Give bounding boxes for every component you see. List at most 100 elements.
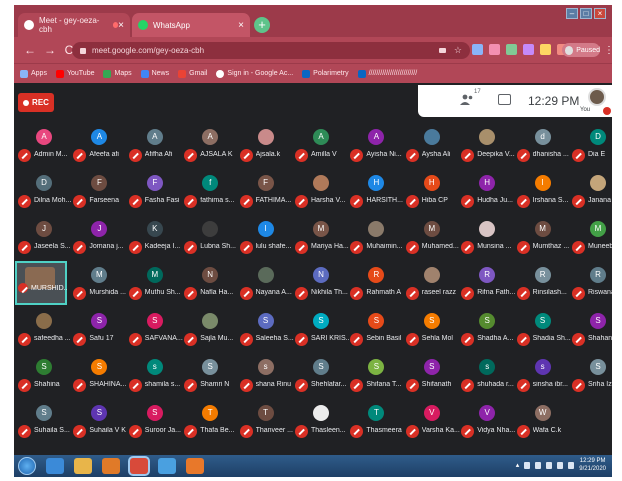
maximize-button[interactable]: □: [580, 8, 592, 19]
close-tab-icon[interactable]: ×: [238, 20, 244, 31]
participant-tile[interactable]: Thasleen...: [295, 403, 349, 449]
file-explorer-icon[interactable]: [74, 458, 92, 474]
participant-tile[interactable]: s shana Rinu: [239, 357, 294, 403]
participant-tile[interactable]: A Afifha Afi: [128, 127, 183, 173]
bookmark-misc[interactable]: /////////////////////////: [357, 69, 417, 78]
participant-tile[interactable]: A Admin M...: [18, 127, 72, 173]
participant-tile[interactable]: S Sebin Basil: [350, 311, 404, 357]
flag-icon[interactable]: [524, 461, 531, 469]
participant-tile[interactable]: M Muthu Sh...: [128, 265, 183, 311]
close-tab-icon[interactable]: ×: [118, 20, 124, 31]
profile-button[interactable]: Paused: [562, 43, 600, 57]
kebab-menu-icon[interactable]: ⋮: [604, 45, 612, 56]
participant-tile[interactable]: R Rahmath A: [350, 265, 404, 311]
extension-icon[interactable]: [523, 44, 534, 55]
participant-tile[interactable]: S Shifanath: [405, 357, 460, 403]
forward-button[interactable]: →: [44, 43, 56, 57]
participant-tile[interactable]: H HARSITH...: [350, 173, 404, 219]
battery-icon[interactable]: [557, 461, 564, 469]
participant-tile[interactable]: S Suhaila S...: [18, 403, 72, 449]
participant-tile[interactable]: d dhanisha ...: [516, 127, 571, 173]
participant-tile[interactable]: Muhaimin...: [350, 219, 404, 265]
participant-tile[interactable]: Aysha Ali: [405, 127, 460, 173]
participant-tile[interactable]: F Fasha Fasi: [128, 173, 183, 219]
extension-icon[interactable]: [506, 44, 517, 55]
participant-tile[interactable]: J Jomana j...: [73, 219, 127, 265]
volume-icon[interactable]: [546, 461, 553, 469]
taskbar-clock[interactable]: 12:29 PM 9/21/2020: [579, 457, 606, 473]
participant-tile[interactable]: M Mariya Ha...: [295, 219, 349, 265]
participant-tile[interactable]: J Jaseela S...: [18, 219, 72, 265]
participant-tile[interactable]: S Shadha A...: [461, 311, 515, 357]
participant-tile[interactable]: A AJSALA K: [184, 127, 238, 173]
chrome-alt-icon[interactable]: [158, 458, 176, 474]
bookmark-star-icon[interactable]: ☆: [454, 45, 462, 56]
participant-tile[interactable]: safeedha ...: [18, 311, 72, 357]
participant-tile[interactable]: H Hudha Ju...: [461, 173, 515, 219]
participant-tile[interactable]: A Amilla V: [295, 127, 349, 173]
bookmark-gmail[interactable]: Gmail: [178, 69, 207, 78]
participant-tile[interactable]: T Thasmeera: [350, 403, 404, 449]
participant-tile[interactable]: R Rifna Fath...: [461, 265, 515, 311]
participant-tile[interactable]: S SAFVANA...: [128, 311, 183, 357]
chrome-icon[interactable]: [130, 458, 148, 474]
participant-tile[interactable]: M Muhamed...: [405, 219, 460, 265]
participant-tile[interactable]: Janana S...: [572, 173, 612, 219]
participant-tile[interactable]: T Thanveer ...: [239, 403, 294, 449]
bookmark-google-signin[interactable]: Sign in - Google Ac...: [216, 69, 293, 78]
back-button[interactable]: ←: [24, 43, 36, 57]
participant-tile[interactable]: T Thafa Be...: [184, 403, 238, 449]
participant-tile[interactable]: W Wafa C.k: [516, 403, 571, 449]
start-button[interactable]: [18, 457, 36, 475]
participant-tile[interactable]: S Sehla Mol: [405, 311, 460, 357]
participant-tile[interactable]: Deepika V...: [461, 127, 515, 173]
participant-tile[interactable]: A Ayisha Ni...: [350, 127, 404, 173]
participant-tile[interactable]: f fathima s...: [184, 173, 238, 219]
participant-tile[interactable]: S Saleeha S...: [239, 311, 294, 357]
participant-tile[interactable]: Munsina ...: [461, 219, 515, 265]
participant-tile[interactable]: raseel razz: [405, 265, 460, 311]
participant-tile[interactable]: S Shamri N: [184, 357, 238, 403]
participant-tile[interactable]: V Varsha Ka...: [405, 403, 460, 449]
bookmark-apps[interactable]: Apps: [20, 69, 47, 78]
participant-tile[interactable]: R Rinsilash...: [516, 265, 571, 311]
firefox-icon[interactable]: [186, 458, 204, 474]
participant-tile[interactable]: N Nikhila Th...: [295, 265, 349, 311]
extension-icon[interactable]: [472, 44, 483, 55]
participant-tile[interactable]: S Suroor Ja...: [128, 403, 183, 449]
self-video-tile[interactable]: MURSHID...: [15, 261, 67, 305]
bookmark-youtube[interactable]: YouTube: [55, 69, 94, 78]
recording-badge[interactable]: REC: [18, 93, 54, 112]
participant-tile[interactable]: s sinsha ibr...: [516, 357, 571, 403]
participant-tile[interactable]: s shuhada r...: [461, 357, 515, 403]
participant-tile[interactable]: Nayana A...: [239, 265, 294, 311]
signal-icon[interactable]: [568, 461, 575, 469]
participant-tile[interactable]: S SHAHINA...: [73, 357, 127, 403]
bookmark-maps[interactable]: Maps: [103, 69, 132, 78]
participant-tile[interactable]: V Vidya Nha...: [461, 403, 515, 449]
camera-icon[interactable]: [438, 48, 446, 53]
new-tab-button[interactable]: +: [254, 17, 270, 33]
participant-tile[interactable]: S Suhaila V K: [73, 403, 127, 449]
participant-tile[interactable]: Harsha V...: [295, 173, 349, 219]
participant-tile[interactable]: M Murshida ...: [73, 265, 127, 311]
bookmark-news[interactable]: News: [140, 69, 169, 78]
participant-tile[interactable]: F Farseena: [73, 173, 127, 219]
media-player-icon[interactable]: [102, 458, 120, 474]
participant-tile[interactable]: S Shadia Sh...: [516, 311, 571, 357]
minimize-button[interactable]: –: [566, 8, 578, 19]
chat-icon[interactable]: [498, 94, 511, 105]
participant-tile[interactable]: F FATHIMA...: [239, 173, 294, 219]
participant-tile[interactable]: N Nafla Ha...: [184, 265, 238, 311]
tab-whatsapp[interactable]: WhatsApp ×: [132, 13, 250, 37]
participant-tile[interactable]: S Sriha Izaa: [572, 357, 612, 403]
participant-tile[interactable]: D Dia E: [572, 127, 612, 173]
participant-tile[interactable]: H Hiba CP: [405, 173, 460, 219]
network-icon[interactable]: [535, 461, 542, 469]
tray-chevron-icon[interactable]: ▴: [516, 461, 520, 469]
tab-meet[interactable]: Meet - gey-oeza-cbh ×: [18, 13, 130, 37]
participant-tile[interactable]: K Kadeeja I...: [128, 219, 183, 265]
people-icon[interactable]: [460, 94, 474, 106]
participant-tile[interactable]: S Shifana T...: [350, 357, 404, 403]
participant-tile[interactable]: A Afeefa afi: [73, 127, 127, 173]
